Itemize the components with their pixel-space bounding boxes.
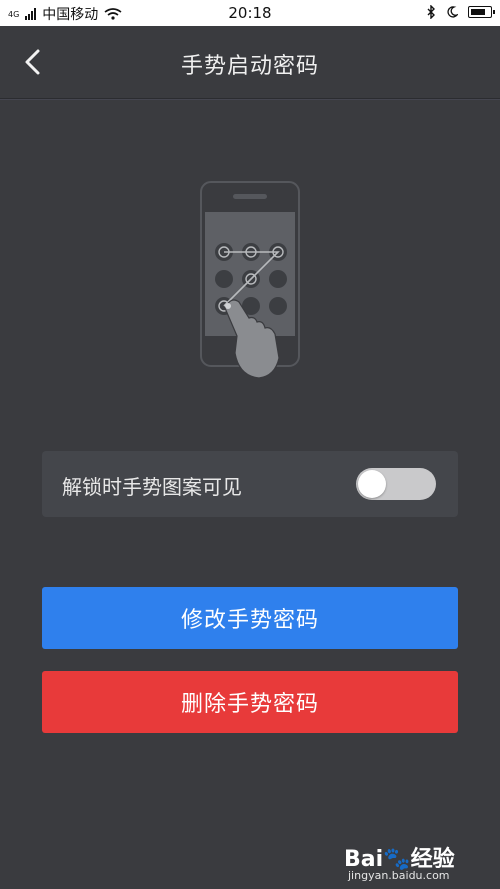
moon-icon xyxy=(447,6,458,18)
header-bar: 手势启动密码 xyxy=(0,26,500,99)
gesture-unlock-illustration xyxy=(200,181,300,379)
bluetooth-icon xyxy=(427,5,435,19)
status-time: 20:18 xyxy=(228,4,272,22)
delete-gesture-button[interactable]: 删除手势密码 xyxy=(42,671,458,733)
page-title: 手势启动密码 xyxy=(180,54,319,79)
visible-pattern-label: 解锁时手势图案可见 xyxy=(62,475,242,499)
status-right xyxy=(426,5,495,19)
toggle-knob xyxy=(358,470,386,498)
baidu-watermark: Bai🐾经验 jingyan.baidu.com xyxy=(336,841,486,883)
visible-pattern-toggle[interactable] xyxy=(356,468,436,500)
battery-icon xyxy=(468,6,495,18)
status-bar: 4G 中国移动 20:18 xyxy=(0,0,500,26)
watermark-url: jingyan.baidu.com xyxy=(348,869,450,882)
modify-gesture-button[interactable]: 修改手势密码 xyxy=(42,587,458,649)
visible-pattern-option: 解锁时手势图案可见 xyxy=(42,451,458,517)
